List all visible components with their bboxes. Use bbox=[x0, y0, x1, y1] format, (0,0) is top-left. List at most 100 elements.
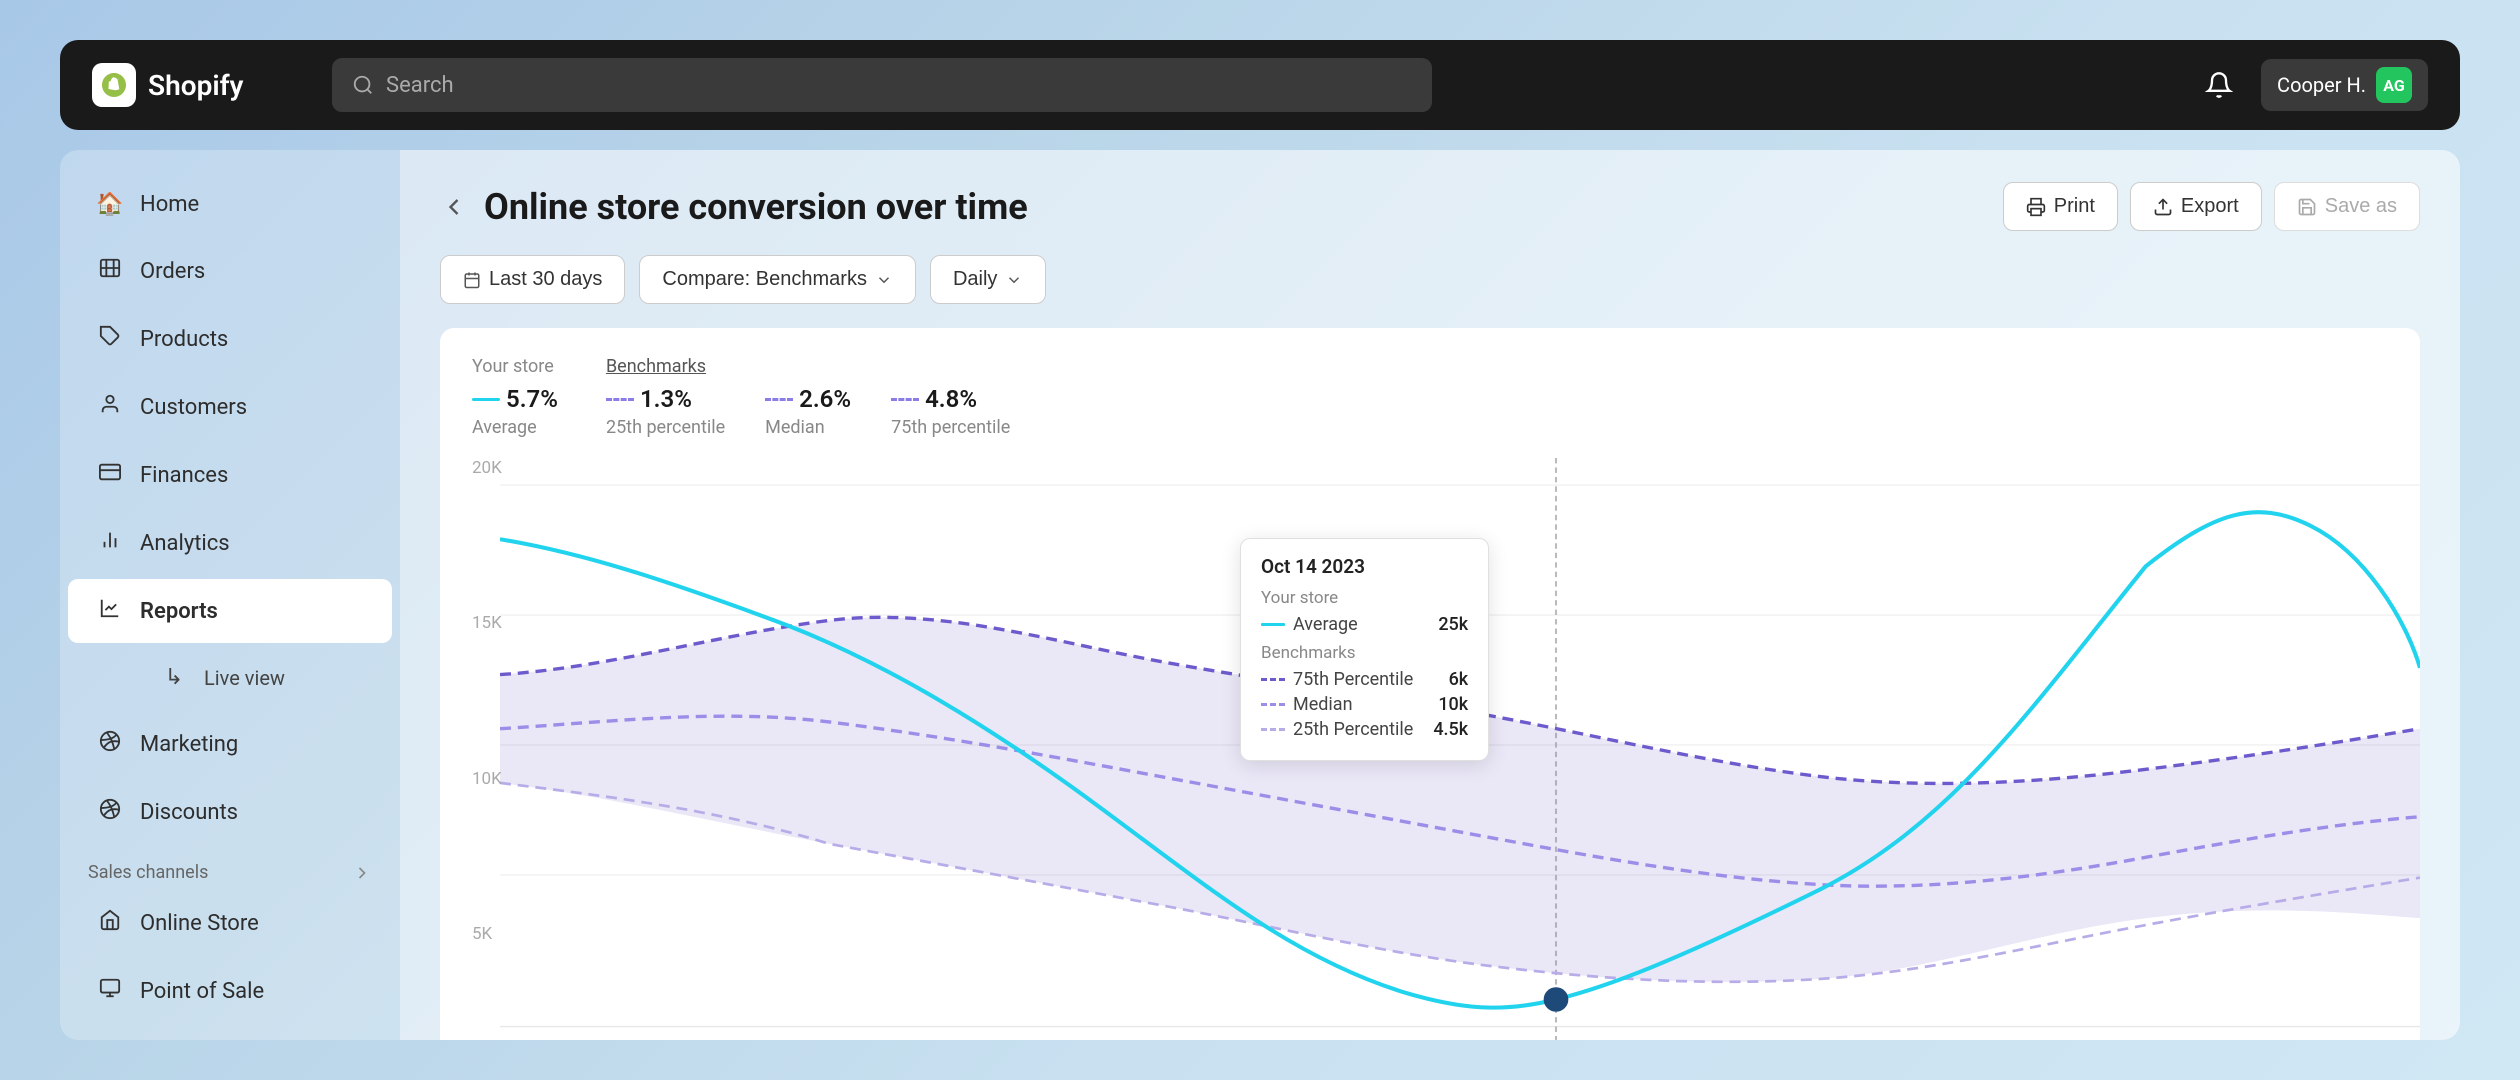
date-range-label: Last 30 days bbox=[489, 268, 602, 291]
benchmark-stats: 1.3% 25th percentile 2.6% Median bbox=[606, 385, 1010, 438]
stat-median: 2.6% Median bbox=[765, 385, 851, 438]
y-label-20k: 20K bbox=[472, 458, 502, 478]
p25-line-indicator bbox=[606, 398, 634, 401]
customers-icon bbox=[96, 393, 124, 421]
y-label-15k: 15K bbox=[472, 613, 502, 633]
sidebar-label-products: Products bbox=[140, 327, 228, 352]
average-line-indicator bbox=[472, 398, 500, 401]
stat-25th-label: 25th percentile bbox=[606, 417, 725, 438]
tooltip-p75-value: 6k bbox=[1449, 669, 1469, 690]
save-as-label: Save as bbox=[2325, 195, 2397, 218]
y-label-5k: 5K bbox=[472, 924, 492, 944]
user-menu-button[interactable]: Cooper H. AG bbox=[2261, 59, 2428, 111]
stats-header: Your store 5.7% Average Benchmarks bbox=[472, 356, 2388, 438]
marketing-icon bbox=[96, 730, 124, 758]
save-as-button[interactable]: Save as bbox=[2274, 182, 2420, 231]
content-area: Online store conversion over time Print … bbox=[400, 150, 2460, 1040]
sidebar-item-marketing[interactable]: Marketing bbox=[68, 712, 392, 776]
sidebar-label-online-store: Online Store bbox=[140, 911, 259, 936]
home-icon: 🏠 bbox=[96, 192, 124, 217]
stat-median-label: Median bbox=[765, 417, 851, 438]
finances-icon bbox=[96, 461, 124, 489]
logo-text: Shopify bbox=[148, 69, 243, 102]
tooltip-average-value: 25k bbox=[1438, 614, 1468, 635]
sidebar-label-finances: Finances bbox=[140, 463, 228, 488]
tooltip-cyan-line bbox=[1261, 623, 1285, 626]
products-icon bbox=[96, 325, 124, 353]
sidebar-item-orders[interactable]: Orders bbox=[68, 239, 392, 303]
sidebar-label-live-view: Live view bbox=[204, 666, 285, 690]
filter-bar: Last 30 days Compare: Benchmarks Daily bbox=[440, 255, 2420, 304]
tooltip-p25-line bbox=[1261, 728, 1285, 731]
y-label-10k: 10K bbox=[472, 769, 502, 789]
sidebar-item-analytics[interactable]: Analytics bbox=[68, 511, 392, 575]
sidebar-item-finances[interactable]: Finances bbox=[68, 443, 392, 507]
stat-75th-value: 4.8% bbox=[891, 385, 1010, 413]
tooltip-p75-row: 75th Percentile 6k bbox=[1261, 669, 1468, 690]
stat-average-label: Average bbox=[472, 417, 558, 438]
stat-median-value: 2.6% bbox=[765, 385, 851, 413]
shopify-logo bbox=[92, 63, 136, 107]
sidebar-label-marketing: Marketing bbox=[140, 732, 238, 757]
stat-average-value: 5.7% bbox=[472, 385, 558, 413]
tooltip-benchmarks-label: Benchmarks bbox=[1261, 643, 1468, 663]
point-of-sale-icon bbox=[96, 977, 124, 1005]
sidebar-label-point-of-sale: Point of Sale bbox=[140, 979, 264, 1004]
tooltip-p25-label: 25th Percentile bbox=[1261, 719, 1413, 740]
sidebar-item-shop[interactable]: Shop bbox=[68, 1027, 392, 1040]
nav-right: Cooper H. AG bbox=[2197, 59, 2428, 111]
user-avatar: AG bbox=[2376, 67, 2412, 103]
tooltip-p25-value: 4.5k bbox=[1433, 719, 1468, 740]
chart-container: 20K 15K 10K 5K 0 bbox=[440, 458, 2420, 1040]
notification-bell[interactable] bbox=[2197, 63, 2241, 107]
sidebar-item-home[interactable]: 🏠 Home bbox=[68, 174, 392, 235]
orders-icon bbox=[96, 257, 124, 285]
tooltip-p75-line bbox=[1261, 678, 1285, 681]
tooltip-median-line bbox=[1261, 703, 1285, 706]
date-range-button[interactable]: Last 30 days bbox=[440, 255, 625, 304]
main-layout: 🏠 Home Orders Products Customers Fina bbox=[60, 150, 2460, 1040]
your-store-stats: 5.7% Average bbox=[472, 385, 558, 438]
median-line-indicator bbox=[765, 398, 793, 401]
granularity-label: Daily bbox=[953, 268, 997, 291]
user-name: Cooper H. bbox=[2277, 73, 2366, 97]
tooltip-median-label: Median bbox=[1261, 694, 1353, 715]
granularity-button[interactable]: Daily bbox=[930, 255, 1046, 304]
sidebar-label-analytics: Analytics bbox=[140, 531, 230, 556]
sidebar-item-live-view[interactable]: ↳ Live view bbox=[132, 647, 392, 708]
search-bar[interactable]: Search bbox=[332, 58, 1432, 112]
compare-button[interactable]: Compare: Benchmarks bbox=[639, 255, 916, 304]
benchmarks-group: Benchmarks 1.3% 25th percentile bbox=[606, 356, 1010, 438]
print-label: Print bbox=[2054, 195, 2095, 218]
tooltip-p75-label: 75th Percentile bbox=[1261, 669, 1413, 690]
sidebar-item-customers[interactable]: Customers bbox=[68, 375, 392, 439]
stat-25th: 1.3% 25th percentile bbox=[606, 385, 725, 438]
sales-channels-label: Sales channels bbox=[60, 848, 400, 887]
sidebar-item-online-store[interactable]: Online Store bbox=[68, 891, 392, 955]
print-button[interactable]: Print bbox=[2003, 182, 2118, 231]
stat-25th-value: 1.3% bbox=[606, 385, 725, 413]
compare-label: Compare: Benchmarks bbox=[662, 268, 867, 291]
your-store-group: Your store 5.7% Average bbox=[472, 356, 558, 438]
header-actions: Print Export Save as bbox=[2003, 182, 2420, 231]
live-view-icon: ↳ bbox=[160, 665, 188, 690]
sidebar-item-products[interactable]: Products bbox=[68, 307, 392, 371]
search-placeholder: Search bbox=[386, 73, 454, 98]
stat-average: 5.7% Average bbox=[472, 385, 558, 438]
p75-line-indicator bbox=[891, 398, 919, 401]
sidebar-item-point-of-sale[interactable]: Point of Sale bbox=[68, 959, 392, 1023]
sidebar-label-customers: Customers bbox=[140, 395, 247, 420]
reports-icon bbox=[96, 597, 124, 625]
back-button[interactable] bbox=[440, 193, 468, 221]
sidebar-item-reports[interactable]: Reports bbox=[68, 579, 392, 643]
sidebar-item-discounts[interactable]: Discounts bbox=[68, 780, 392, 844]
logo-area: Shopify bbox=[92, 63, 312, 107]
export-button[interactable]: Export bbox=[2130, 182, 2262, 231]
sidebar-label-orders: Orders bbox=[140, 259, 205, 284]
benchmarks-label: Benchmarks bbox=[606, 356, 1010, 377]
stats-chart-area: Your store 5.7% Average Benchmarks bbox=[440, 328, 2420, 1040]
tooltip-average-row: Average 25k bbox=[1261, 614, 1468, 635]
topnav: Shopify Search Cooper H. AG bbox=[60, 40, 2460, 130]
discounts-icon bbox=[96, 798, 124, 826]
stat-75th: 4.8% 75th percentile bbox=[891, 385, 1010, 438]
